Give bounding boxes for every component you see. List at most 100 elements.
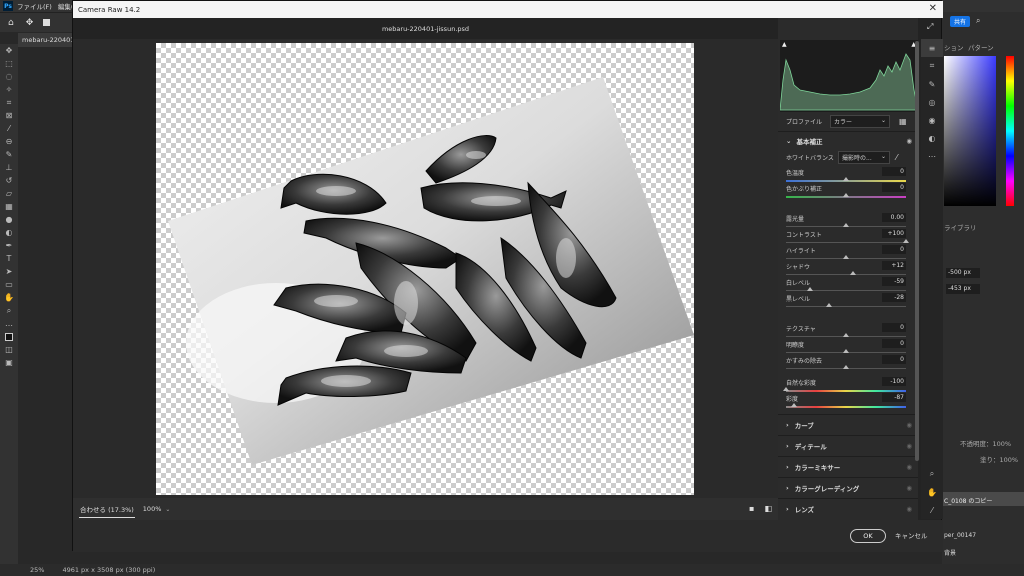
path-select-tool-icon[interactable]: ➤ [0,265,18,278]
visibility-eye-icon[interactable]: ◉ [906,484,912,492]
hue-slider[interactable] [1006,56,1014,206]
color-picker-field[interactable] [944,56,996,206]
layer-row-paper[interactable]: per_00147 [942,530,1024,542]
magic-wand-tool-icon[interactable]: ✧ [0,83,18,96]
visibility-eye-icon[interactable]: ◉ [906,442,912,450]
quick-mask-icon[interactable]: ◫ [0,343,18,356]
marquee-tool-icon[interactable]: ⬚ [0,57,18,70]
tab-patterns[interactable]: パターン [968,42,994,52]
visibility-eye-icon[interactable]: ◉ [906,463,912,471]
before-after-icon[interactable]: ◧ [764,504,772,513]
toggle-view-icon[interactable]: ▪ [749,504,754,513]
white-balance-eyedropper-icon[interactable]: ⁄ [896,153,897,162]
slider-thumb[interactable] [807,287,813,291]
preview-area[interactable] [73,39,778,498]
white-balance-select[interactable]: 撮影時の... ⌄ [838,150,890,164]
move-tool-icon[interactable]: ✥ [26,18,34,28]
move-tool-icon[interactable]: ✥ [0,44,18,57]
zoom-tool-icon[interactable]: ⌕ [0,304,18,317]
fill-label[interactable]: 塗り：100% [980,454,1018,464]
screen-mode-icon[interactable]: ▣ [0,356,18,369]
slider-row[interactable]: 黒レベル -28 [786,293,906,311]
visibility-eye-icon[interactable]: ◉ [906,505,912,513]
stamp-tool-icon[interactable]: ⊥ [0,161,18,174]
frame-tool-icon[interactable]: ⊠ [0,109,18,122]
color-swatch-icon[interactable] [0,330,18,343]
chevron-down-icon[interactable]: ⌄ [165,506,170,513]
slider-thumb[interactable] [843,177,849,181]
mask-icon[interactable]: ◎ [921,93,943,111]
section-color-mixer[interactable]: › カラーミキサー ◉ [778,456,918,477]
fullscreen-icon[interactable]: ⤢ [927,22,933,32]
dodge-tool-icon[interactable]: ◐ [0,226,18,239]
shadow-clip-icon[interactable]: ▲ [782,41,787,48]
visibility-eye-icon[interactable]: ◉ [906,421,912,429]
image-preview[interactable] [156,43,694,495]
slider-track[interactable] [786,306,906,307]
close-icon[interactable]: ✕ [929,3,937,14]
eraser-tool-icon[interactable]: ▱ [0,187,18,200]
slider-value-field[interactable]: 0.00 [882,213,906,222]
share-button[interactable]: 共有 [950,16,970,27]
section-curve[interactable]: › カーブ ◉ [778,414,918,435]
crop-tool-icon[interactable]: ⌗ [0,96,18,109]
visibility-eye-icon[interactable]: ◉ [906,137,912,145]
slider-thumb[interactable] [791,403,798,407]
menu-file[interactable]: ファイル(F) [17,1,52,11]
heal-icon[interactable]: ✎ [921,75,943,93]
layer-row-copy[interactable]: C_0108 のコピー [942,492,1024,506]
zoom-level[interactable]: 25% [30,566,44,574]
slider-thumb[interactable] [843,333,849,337]
text-tool-icon[interactable]: T [0,252,18,265]
section-detail[interactable]: › ディテール ◉ [778,435,918,456]
pen-tool-icon[interactable]: ✒ [0,239,18,252]
slider-track[interactable] [786,390,906,392]
eyedropper-tool-icon[interactable]: ⁄ [0,122,18,135]
slider-track[interactable] [786,274,906,275]
slider-thumb[interactable] [850,271,857,275]
home-icon[interactable]: ⌂ [8,18,14,28]
section-lens[interactable]: › レンズ ◉ [778,498,918,519]
section-color-grading[interactable]: › カラーグレーディング ◉ [778,477,918,498]
slider-value-field[interactable]: 0 [882,245,906,254]
sampler-icon[interactable]: ⁄ [921,501,943,519]
slider-track[interactable] [786,290,906,291]
more-options-icon[interactable]: ⋯ [921,147,943,165]
slider-value-field[interactable]: -87 [882,393,906,402]
hand-icon[interactable]: ✋ [921,483,943,501]
x-field[interactable]: -500 px [946,268,980,278]
history-brush-tool-icon[interactable]: ↺ [0,174,18,187]
slider-thumb[interactable] [843,349,849,353]
slider-thumb[interactable] [843,365,849,369]
zoom-100-button[interactable]: 100% [143,505,162,513]
slider-value-field[interactable]: -59 [882,277,906,286]
slider-value-field[interactable]: 0 [882,167,906,176]
basic-section-header[interactable]: ⌄ 基本補正 ◉ [778,133,918,149]
slider-value-field[interactable]: 0 [882,355,906,364]
document-tab[interactable]: mebaru-220401- [18,33,78,47]
blur-tool-icon[interactable]: ● [0,213,18,226]
slider-row[interactable]: かすみの除去 0 [786,355,906,373]
slider-value-field[interactable]: 0 [882,339,906,348]
slider-value-field[interactable]: +100 [882,229,906,238]
profile-select[interactable]: カラー ⌄ [830,115,891,128]
more-tools-icon[interactable]: … [0,317,18,330]
brush-tool-icon[interactable]: ✎ [0,148,18,161]
crop-icon[interactable]: ⌗ [921,57,943,75]
zoom-icon[interactable]: ⌕ [921,465,943,483]
slider-thumb[interactable] [843,223,849,227]
y-field[interactable]: -453 px [946,284,980,294]
gradient-tool-icon[interactable]: ▦ [0,200,18,213]
cancel-button[interactable]: キャンセル [895,530,928,540]
search-icon[interactable]: ⌕ [976,16,980,26]
slider-thumb[interactable] [843,255,849,259]
panel-scrollbar[interactable] [915,41,919,461]
presets-icon[interactable]: ◐ [921,129,943,147]
slider-thumb[interactable] [843,193,849,197]
tab-swatches[interactable]: ション [944,42,964,52]
slider-value-field[interactable]: -100 [882,377,906,386]
edit-sliders-icon[interactable]: ≡ [921,39,943,57]
zoom-fit-button[interactable]: 合わせる (17.3%) [79,501,135,518]
slider-value-field[interactable]: -28 [882,293,906,302]
slider-value-field[interactable]: 0 [882,323,906,332]
